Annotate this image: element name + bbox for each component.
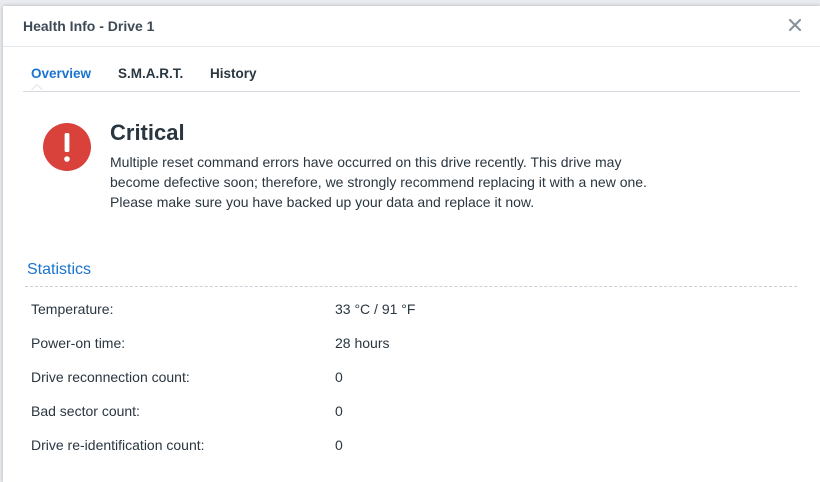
stat-value: 0 xyxy=(335,437,343,453)
stat-label: Drive re-identification count: xyxy=(31,437,205,453)
health-info-dialog: Health Info - Drive 1 Overview S.M.A.R.T… xyxy=(3,6,820,482)
status-title: Critical xyxy=(110,120,185,145)
stat-value: 33 °C / 91 °F xyxy=(335,301,416,317)
stat-label: Temperature: xyxy=(31,301,114,317)
stat-row-bad-sector-count: Bad sector count: 0 xyxy=(31,394,791,428)
status-description-text: Multiple reset command errors have occur… xyxy=(110,154,647,190)
stat-label: Bad sector count: xyxy=(31,403,140,419)
stat-value: 28 hours xyxy=(335,335,390,351)
stat-value: 0 xyxy=(335,369,343,385)
stat-label: Power-on time: xyxy=(31,335,126,351)
stat-row-reconnection-count: Drive reconnection count: 0 xyxy=(31,360,791,394)
tab-history[interactable]: History xyxy=(210,66,257,81)
tab-overview[interactable]: Overview xyxy=(31,66,91,81)
stat-row-temperature: Temperature: 33 °C / 91 °F xyxy=(31,292,791,326)
tab-bar: Overview S.M.A.R.T. History xyxy=(23,62,800,92)
stat-value: 0 xyxy=(335,403,343,419)
tab-smart[interactable]: S.M.A.R.T. xyxy=(118,66,183,81)
close-icon[interactable] xyxy=(786,16,804,34)
statistics-section-title: Statistics xyxy=(27,261,92,278)
section-divider xyxy=(25,286,797,287)
statistics-list: Temperature: 33 °C / 91 °F Power-on time… xyxy=(31,292,791,462)
dialog-title: Health Info - Drive 1 xyxy=(23,18,155,34)
alert-exclamation-icon xyxy=(42,122,92,172)
stat-row-power-on-time: Power-on time: 28 hours xyxy=(31,326,791,360)
dialog-titlebar: Health Info - Drive 1 xyxy=(3,6,820,47)
stat-label: Drive reconnection count: xyxy=(31,369,190,385)
status-description: Multiple reset command errors have occur… xyxy=(110,152,670,212)
status-recommendation-text: Please make sure you have backed up your… xyxy=(110,194,535,210)
stat-row-reidentification-count: Drive re-identification count: 0 xyxy=(31,428,791,462)
